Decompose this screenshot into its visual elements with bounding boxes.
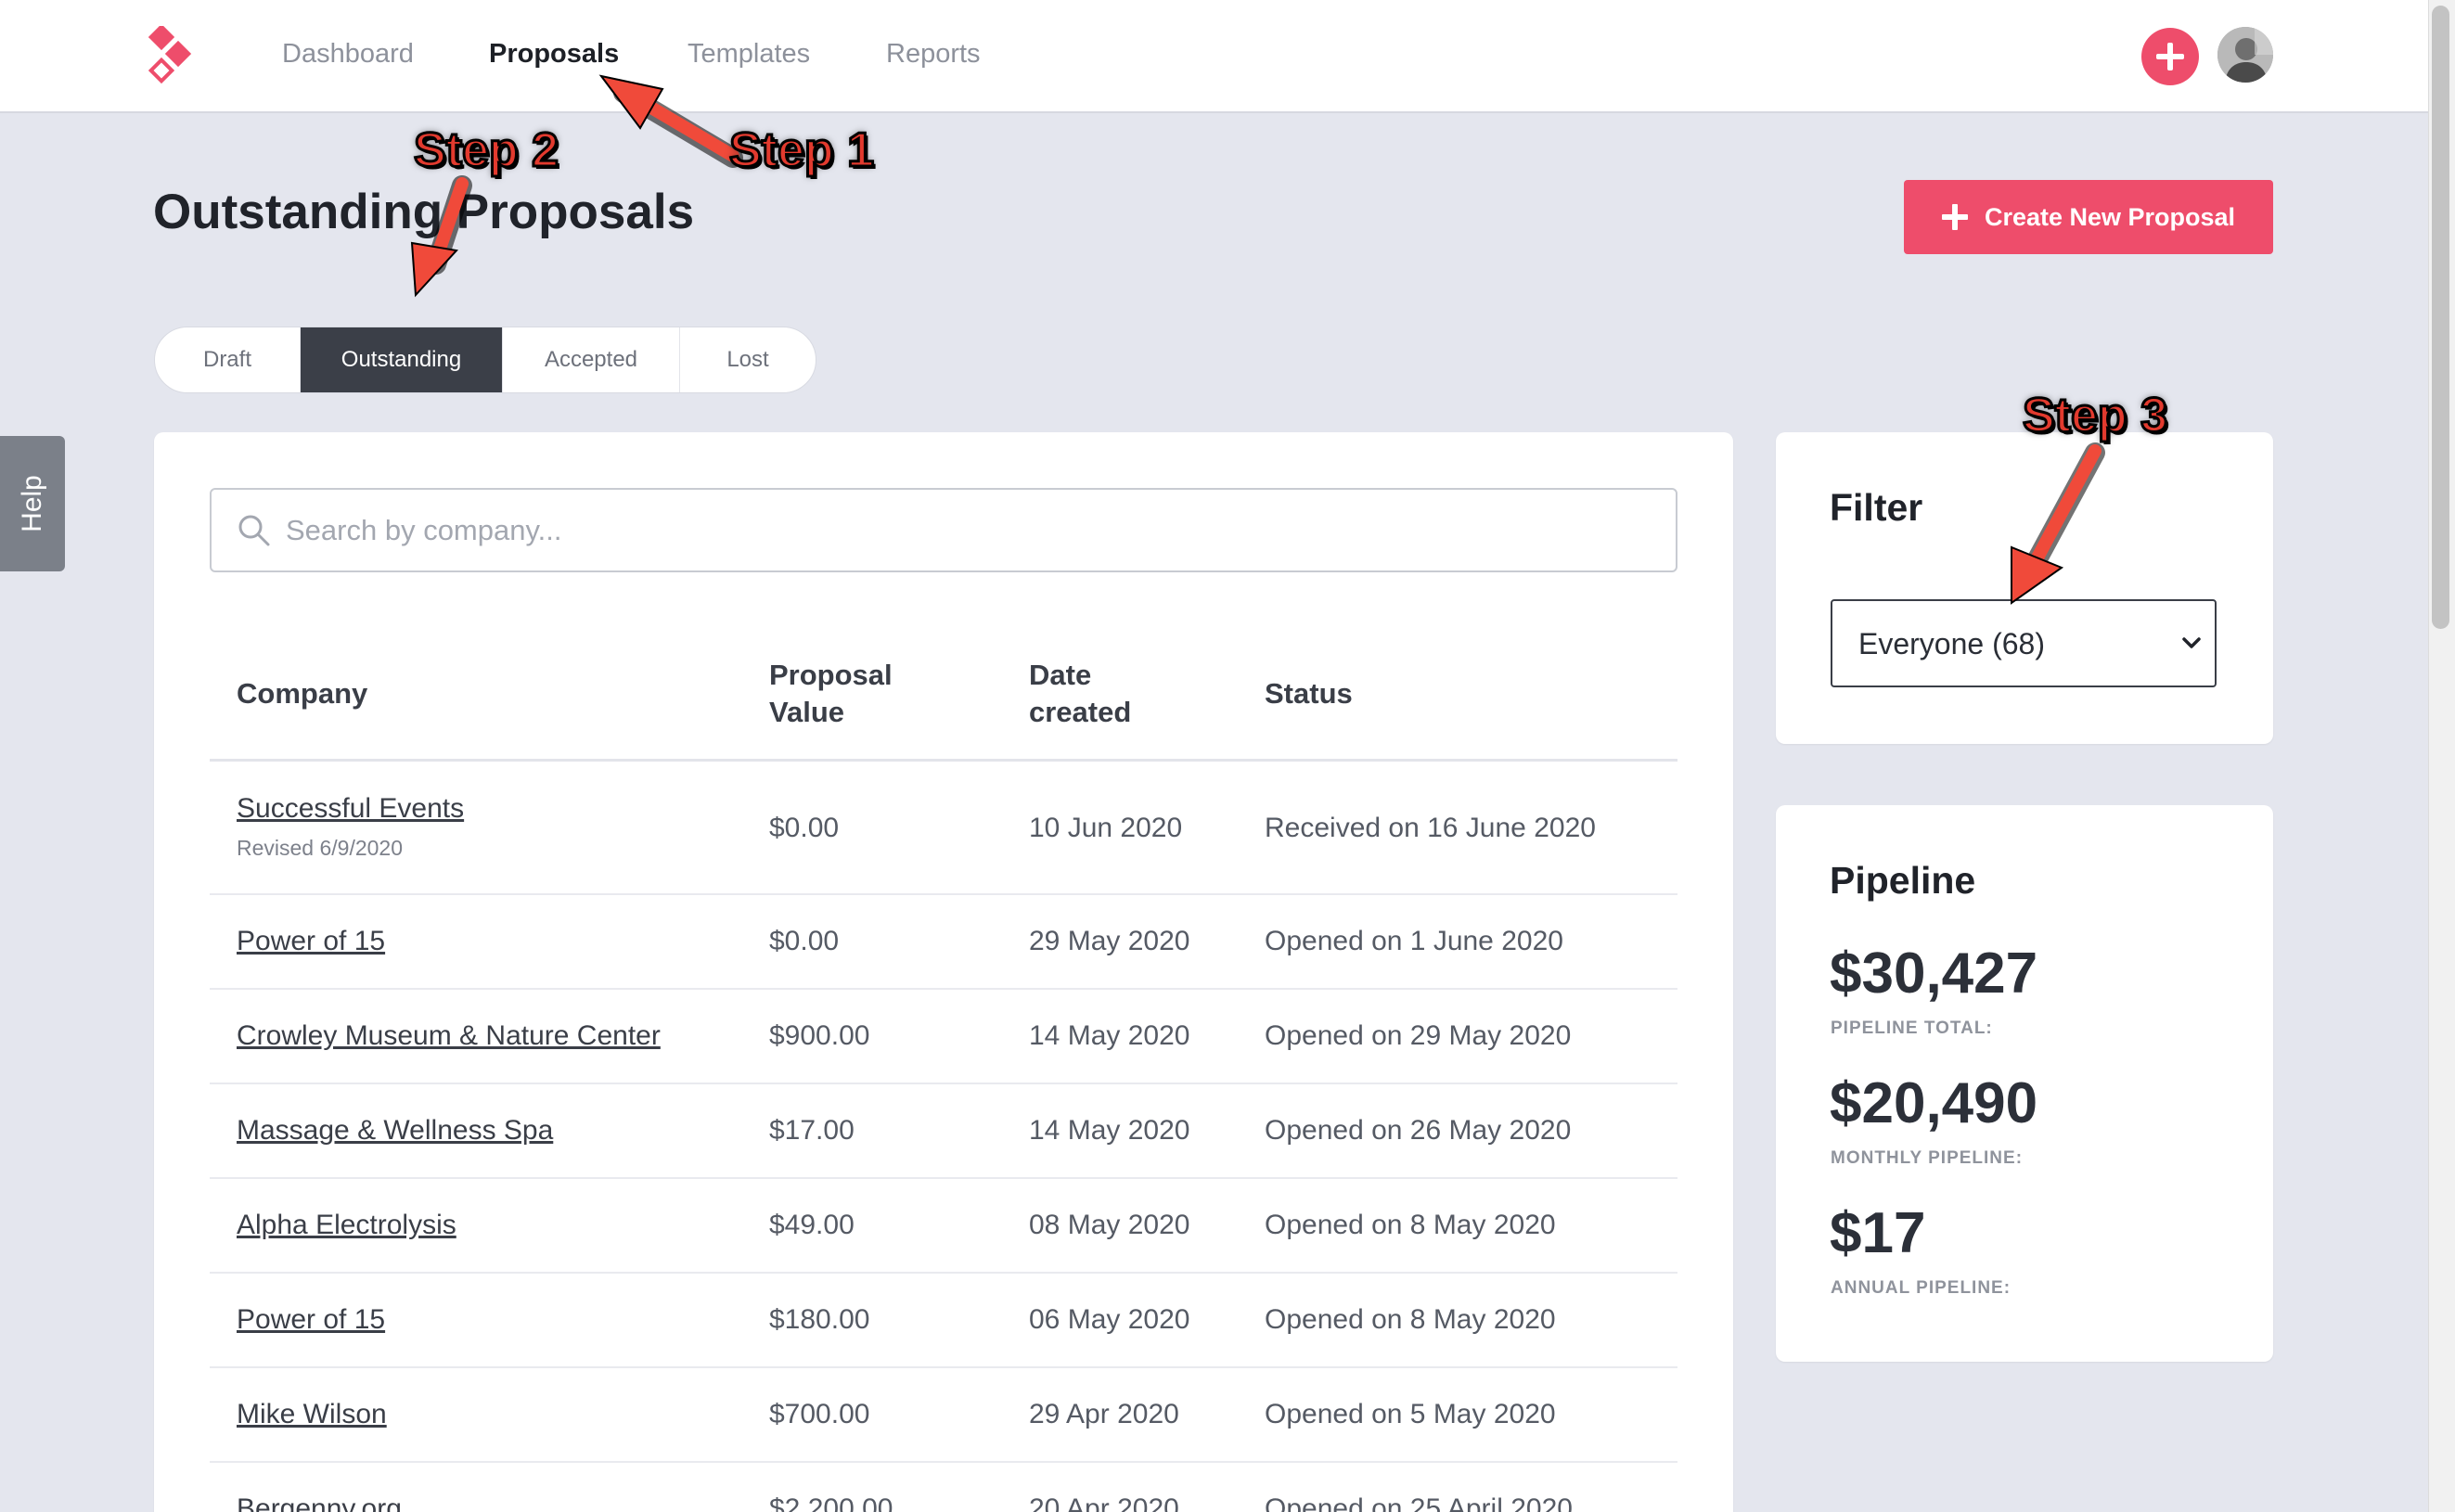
date-created: 06 May 2020 bbox=[1029, 1304, 1190, 1335]
company-link[interactable]: Mike Wilson bbox=[237, 1399, 387, 1430]
column-header-company[interactable]: Company bbox=[237, 675, 367, 712]
table-row: Mike Wilson $700.00 29 Apr 2020 Opened o… bbox=[210, 1368, 1677, 1463]
status-text: Received on 16 June 2020 bbox=[1265, 813, 1596, 843]
column-header-date-created[interactable]: Date created bbox=[1029, 657, 1131, 731]
proposal-value: $0.00 bbox=[769, 926, 840, 956]
tab-accepted[interactable]: Accepted bbox=[503, 327, 680, 392]
date-created: 29 May 2020 bbox=[1029, 926, 1190, 956]
monthly-pipeline-value: $20,490 bbox=[1830, 1071, 2038, 1135]
create-new-proposal-button[interactable]: Create New Proposal bbox=[1904, 180, 2273, 254]
date-created: 29 Apr 2020 bbox=[1029, 1399, 1179, 1429]
company-link[interactable]: Massage & Wellness Spa bbox=[237, 1115, 553, 1147]
table-row: Bergenny.org $2,200.00 20 Apr 2020 Opene… bbox=[210, 1463, 1677, 1512]
owner-filter-select[interactable]: Everyone (68) bbox=[1831, 599, 2217, 687]
company-link[interactable]: Power of 15 bbox=[237, 1304, 385, 1336]
status-text: Opened on 29 May 2020 bbox=[1265, 1020, 1572, 1051]
proposal-value: $17.00 bbox=[769, 1115, 855, 1146]
tab-outstanding[interactable]: Outstanding bbox=[301, 327, 503, 392]
pipeline-card: Pipeline $30,427 PIPELINE TOTAL: $20,490… bbox=[1776, 805, 2273, 1362]
create-new-proposal-label: Create New Proposal bbox=[1984, 202, 2236, 231]
nav-proposals[interactable]: Proposals bbox=[489, 39, 619, 70]
step-2-label: Step 2 bbox=[412, 122, 559, 179]
status-text: Opened on 8 May 2020 bbox=[1265, 1304, 1556, 1335]
search-box bbox=[210, 488, 1677, 572]
date-created: 14 May 2020 bbox=[1029, 1115, 1190, 1146]
nav-dashboard[interactable]: Dashboard bbox=[282, 39, 414, 70]
status-text: Opened on 25 April 2020 bbox=[1265, 1493, 1573, 1512]
search-input[interactable] bbox=[286, 492, 1659, 570]
step-1-label: Step 1 bbox=[727, 122, 875, 179]
chevron-down-icon bbox=[2182, 637, 2201, 648]
table-row: Alpha Electrolysis $49.00 08 May 2020 Op… bbox=[210, 1179, 1677, 1274]
proposal-status-tabs: Draft Outstanding Accepted Lost bbox=[154, 327, 816, 393]
top-nav-bar: Dashboard Proposals Templates Reports bbox=[0, 0, 2428, 113]
status-text: Opened on 5 May 2020 bbox=[1265, 1399, 1556, 1429]
company-link[interactable]: Successful Events bbox=[237, 793, 464, 825]
help-tab[interactable]: Help bbox=[0, 436, 65, 571]
table-row: Crowley Museum & Nature Center $900.00 1… bbox=[210, 990, 1677, 1084]
column-header-value-line2: Value bbox=[769, 696, 844, 728]
help-label: Help bbox=[17, 475, 47, 532]
nav-templates[interactable]: Templates bbox=[688, 39, 810, 70]
proposals-card: Company Proposal Value Date created Stat… bbox=[154, 432, 1733, 1512]
column-header-date-line2: created bbox=[1029, 696, 1132, 728]
annual-pipeline-label: ANNUAL PIPELINE: bbox=[1831, 1278, 2012, 1298]
company-link[interactable]: Bergenny.org bbox=[237, 1493, 402, 1512]
pipeline-heading: Pipeline bbox=[1830, 859, 1976, 902]
column-header-value-line1: Proposal bbox=[769, 659, 893, 691]
proposal-value: $900.00 bbox=[769, 1020, 870, 1051]
revision-note: Revised 6/9/2020 bbox=[237, 836, 404, 860]
status-text: Opened on 1 June 2020 bbox=[1265, 926, 1563, 956]
date-created: 10 Jun 2020 bbox=[1029, 813, 1183, 843]
step-3-label: Step 3 bbox=[2021, 388, 2168, 444]
annual-pipeline-value: $17 bbox=[1830, 1201, 1926, 1265]
pipeline-total-value: $30,427 bbox=[1830, 942, 2038, 1006]
plus-icon bbox=[2156, 43, 2184, 70]
app-logo-icon[interactable] bbox=[148, 26, 195, 85]
pipeline-total-label: PIPELINE TOTAL: bbox=[1831, 1019, 1993, 1038]
table-row: Successful Events Revised 6/9/2020 $0.00… bbox=[210, 762, 1677, 895]
tab-lost[interactable]: Lost bbox=[680, 327, 816, 392]
owner-filter-value: Everyone (68) bbox=[1858, 627, 2045, 660]
filter-heading: Filter bbox=[1830, 486, 1923, 529]
table-row: Power of 15 $0.00 29 May 2020 Opened on … bbox=[210, 895, 1677, 990]
page-title: Outstanding Proposals bbox=[153, 185, 695, 239]
company-link[interactable]: Power of 15 bbox=[237, 926, 385, 957]
company-link[interactable]: Alpha Electrolysis bbox=[237, 1210, 456, 1241]
column-header-date-line1: Date bbox=[1029, 659, 1092, 691]
proposal-value: $180.00 bbox=[769, 1304, 870, 1335]
proposal-value: $49.00 bbox=[769, 1210, 855, 1240]
table-row: Power of 15 $180.00 06 May 2020 Opened o… bbox=[210, 1274, 1677, 1368]
status-text: Opened on 26 May 2020 bbox=[1265, 1115, 1572, 1146]
user-photo-icon bbox=[2217, 27, 2273, 83]
plus-icon bbox=[1941, 204, 1968, 230]
column-header-status[interactable]: Status bbox=[1265, 675, 1353, 712]
date-created: 14 May 2020 bbox=[1029, 1020, 1190, 1051]
nav-reports[interactable]: Reports bbox=[886, 39, 981, 70]
user-avatar[interactable] bbox=[2217, 27, 2273, 83]
tab-draft[interactable]: Draft bbox=[155, 327, 301, 392]
quick-add-button[interactable] bbox=[2141, 28, 2199, 85]
search-icon bbox=[238, 515, 270, 546]
date-created: 08 May 2020 bbox=[1029, 1210, 1190, 1240]
scrollbar-thumb[interactable] bbox=[2432, 6, 2449, 629]
date-created: 20 Apr 2020 bbox=[1029, 1493, 1179, 1512]
proposal-value: $700.00 bbox=[769, 1399, 870, 1429]
status-text: Opened on 8 May 2020 bbox=[1265, 1210, 1556, 1240]
filter-card: Filter Everyone (68) bbox=[1776, 432, 2273, 744]
monthly-pipeline-label: MONTHLY PIPELINE: bbox=[1831, 1148, 2024, 1168]
proposal-value: $2,200.00 bbox=[769, 1493, 893, 1512]
step-2-arrowhead bbox=[410, 241, 458, 298]
column-header-proposal-value[interactable]: Proposal Value bbox=[769, 657, 893, 731]
table-row: Massage & Wellness Spa $17.00 14 May 202… bbox=[210, 1084, 1677, 1179]
company-link[interactable]: Crowley Museum & Nature Center bbox=[237, 1020, 661, 1052]
proposal-value: $0.00 bbox=[769, 813, 840, 843]
